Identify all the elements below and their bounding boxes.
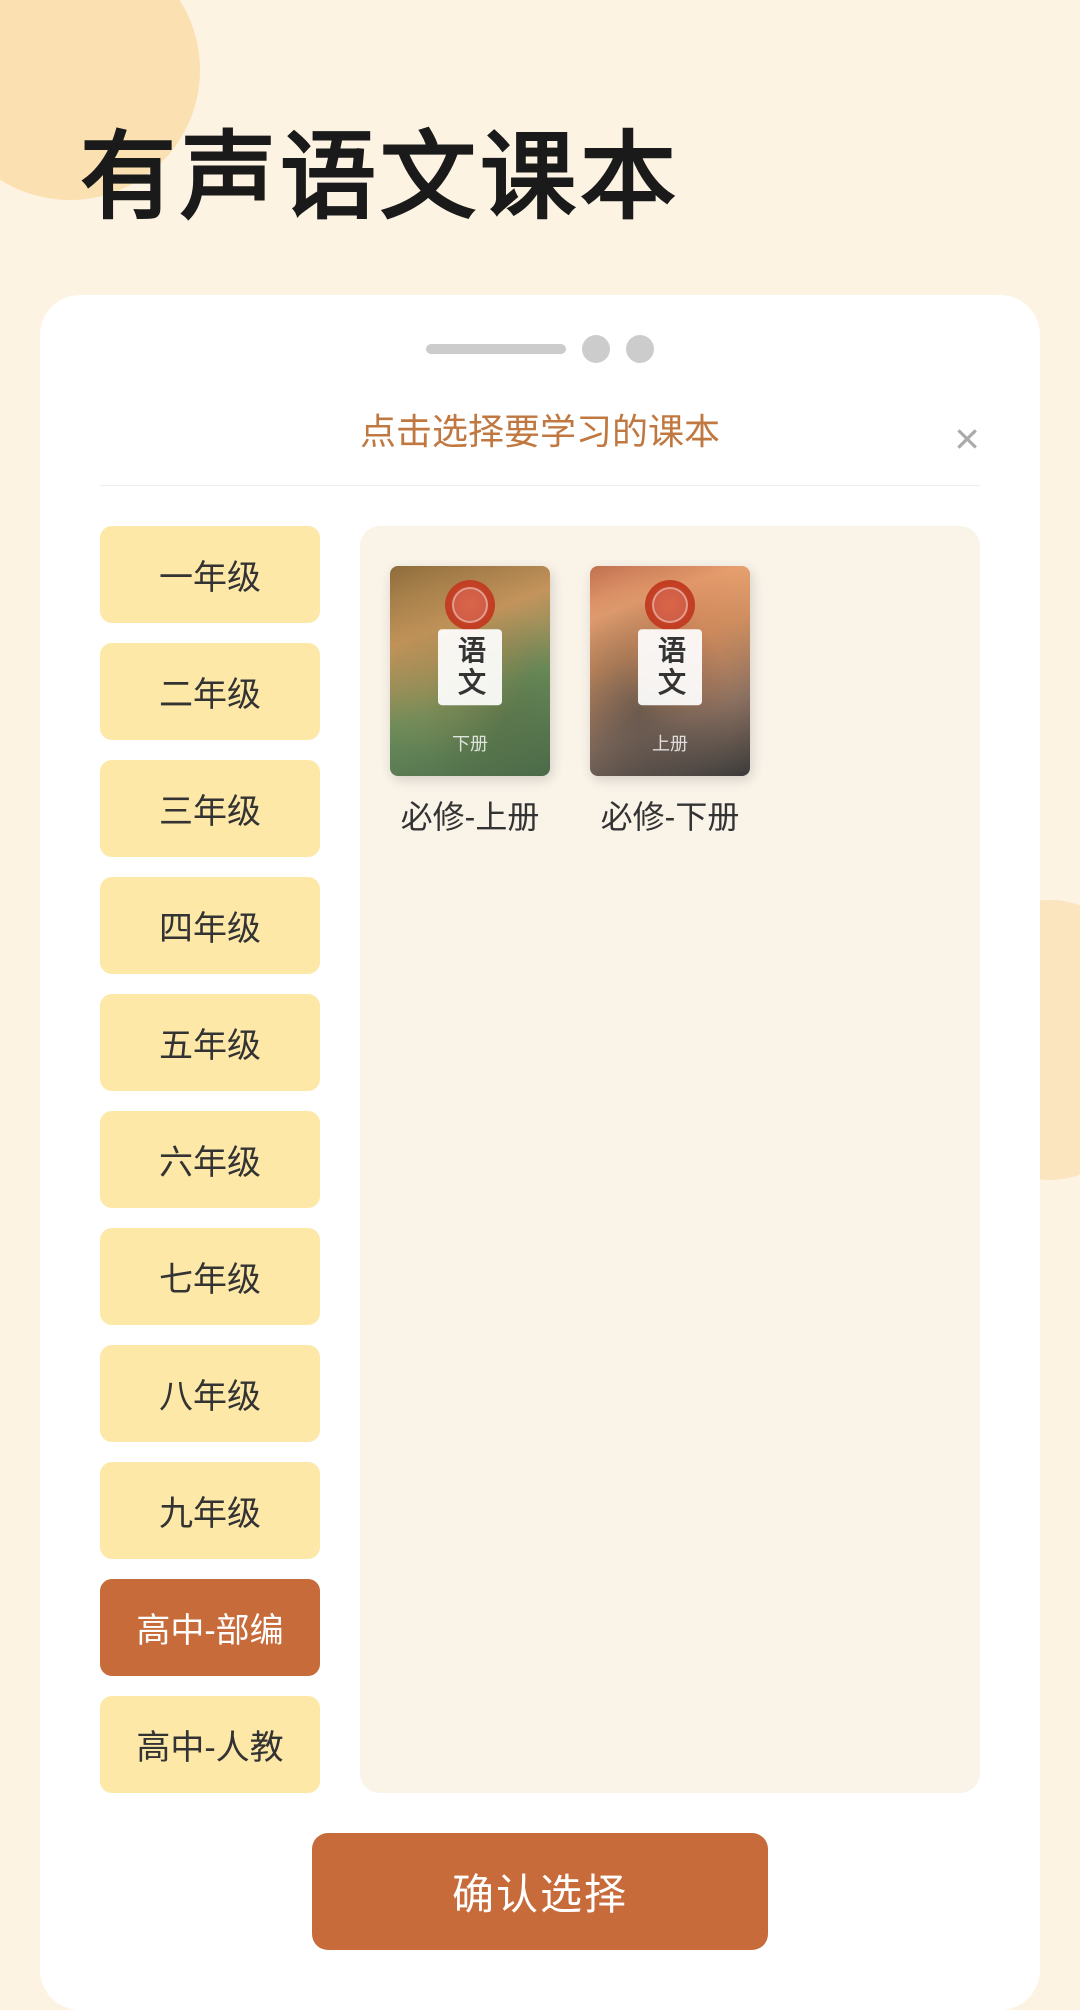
close-button[interactable]: × [954,418,980,462]
book-seal-1 [445,580,495,630]
books-grid: 语文 下册 必修-上册 语文 上册 必修-下册 [390,566,750,838]
books-panel: 语文 下册 必修-上册 语文 上册 必修-下册 [360,526,980,1793]
page-title: 有声语文课本 [80,120,1000,235]
indicator-bar [426,344,566,354]
grade-item-11[interactable]: 高中-人教 [100,1696,320,1793]
confirm-button[interactable]: 确认选择 [312,1833,768,1950]
book-item-2[interactable]: 语文 上册 必修-下册 [590,566,750,838]
grade-item-7[interactable]: 七年级 [100,1228,320,1325]
card-indicator-row [100,335,980,363]
grade-item-1[interactable]: 一年级 [100,526,320,623]
book-cover-2: 语文 上册 [590,566,750,776]
indicator-dot-1 [582,335,610,363]
grade-item-8[interactable]: 八年级 [100,1345,320,1442]
content-area: 一年级 二年级 三年级 四年级 五年级 六年级 七年级 八年级 九年级 高中-部… [100,526,980,1793]
page-title-area: 有声语文课本 [0,0,1080,295]
book-seal-inner-2 [652,587,688,623]
book-title-2: 必修-下册 [601,792,740,838]
book-volume-2: 上册 [590,730,750,756]
book-item-1[interactable]: 语文 下册 必修-上册 [390,566,550,838]
grade-item-9[interactable]: 九年级 [100,1462,320,1559]
grade-item-2[interactable]: 二年级 [100,643,320,740]
card-container: 点击选择要学习的课本 × 一年级 二年级 三年级 四年级 五年级 六年级 七年级… [40,295,1040,2010]
indicator-dot-2 [626,335,654,363]
book-cover-1: 语文 下册 [390,566,550,776]
grade-item-6[interactable]: 六年级 [100,1111,320,1208]
book-text-label-2: 语文 [638,629,702,705]
book-seal-2 [645,580,695,630]
grade-item-3[interactable]: 三年级 [100,760,320,857]
grade-item-10[interactable]: 高中-部编 [100,1579,320,1676]
confirm-area: 确认选择 [100,1793,980,2010]
book-title-1: 必修-上册 [401,792,540,838]
card-header: 点击选择要学习的课本 × [100,403,980,486]
book-text-label-1: 语文 [438,629,502,705]
card-header-title: 点击选择要学习的课本 [360,403,720,455]
book-seal-inner-1 [452,587,488,623]
book-volume-1: 下册 [390,730,550,756]
grade-list: 一年级 二年级 三年级 四年级 五年级 六年级 七年级 八年级 九年级 高中-部… [100,526,320,1793]
grade-item-5[interactable]: 五年级 [100,994,320,1091]
grade-item-4[interactable]: 四年级 [100,877,320,974]
